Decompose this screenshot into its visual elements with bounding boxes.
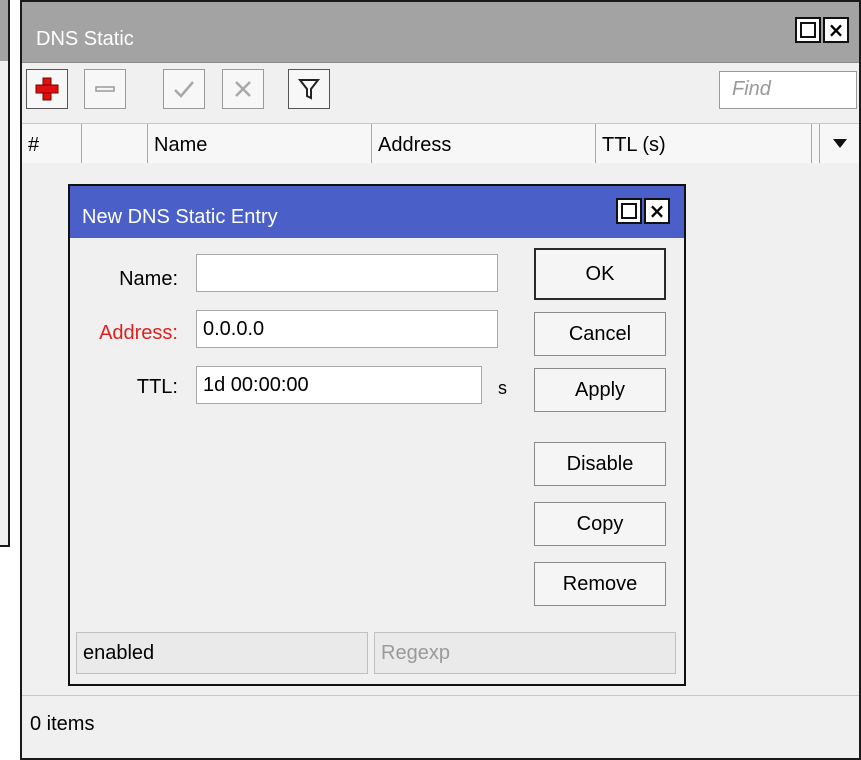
close-icon: × bbox=[648, 199, 666, 223]
cancel-button[interactable]: Cancel bbox=[534, 312, 666, 356]
ok-button[interactable]: OK bbox=[534, 248, 666, 300]
ttl-label: TTL: bbox=[136, 376, 178, 398]
find-input[interactable]: Find bbox=[719, 71, 857, 109]
funnel-icon bbox=[297, 79, 321, 100]
dialog-maximize-button[interactable] bbox=[616, 198, 642, 224]
minus-icon bbox=[95, 86, 115, 92]
name-label: Name: bbox=[119, 268, 178, 290]
table-header: # Name Address TTL (s) bbox=[22, 123, 859, 164]
toolbar: Find bbox=[22, 63, 859, 115]
column-menu-button[interactable] bbox=[819, 124, 859, 163]
close-button[interactable]: × bbox=[823, 17, 849, 43]
disable-entry-button[interactable]: Disable bbox=[534, 442, 666, 486]
background-window-titlebar bbox=[0, 0, 8, 61]
maximize-button[interactable] bbox=[795, 17, 821, 43]
close-icon: × bbox=[827, 18, 845, 42]
window-titlebar[interactable]: DNS Static × bbox=[22, 2, 859, 63]
copy-button[interactable]: Copy bbox=[534, 502, 666, 546]
dialog-close-button[interactable]: × bbox=[644, 198, 670, 224]
ttl-input[interactable]: 1d 00:00:00 bbox=[196, 366, 482, 404]
plus-icon bbox=[35, 77, 59, 101]
status-bar: 0 items bbox=[22, 695, 859, 758]
remove-button[interactable] bbox=[84, 69, 126, 109]
name-input[interactable] bbox=[196, 254, 498, 292]
maximize-icon bbox=[800, 22, 816, 38]
filter-button[interactable] bbox=[288, 69, 330, 109]
background-window-edge bbox=[0, 0, 10, 547]
dialog-titlebar[interactable]: New DNS Static Entry × bbox=[70, 186, 684, 238]
entry-state-status: enabled bbox=[76, 632, 368, 674]
address-label: Address: bbox=[99, 322, 178, 344]
remove-entry-button[interactable]: Remove bbox=[534, 562, 666, 606]
column-header-flags[interactable] bbox=[82, 124, 148, 163]
dialog-title: New DNS Static Entry bbox=[82, 206, 278, 228]
dropdown-arrow-icon bbox=[832, 138, 847, 148]
regexp-status: Regexp bbox=[374, 632, 676, 674]
ttl-unit: s bbox=[498, 378, 507, 398]
column-header-name[interactable]: Name bbox=[148, 124, 372, 163]
maximize-icon bbox=[621, 203, 637, 219]
new-dns-static-entry-dialog: New DNS Static Entry × Name: Address: 0.… bbox=[68, 184, 686, 686]
disable-button[interactable] bbox=[222, 69, 264, 109]
enable-button[interactable] bbox=[163, 69, 205, 109]
column-header-address[interactable]: Address bbox=[372, 124, 596, 163]
column-header-number[interactable]: # bbox=[22, 124, 82, 163]
cross-icon bbox=[235, 81, 251, 97]
column-header-ttl[interactable]: TTL (s) bbox=[596, 124, 812, 163]
address-input[interactable]: 0.0.0.0 bbox=[196, 310, 498, 348]
apply-button[interactable]: Apply bbox=[534, 368, 666, 412]
item-count: 0 items bbox=[30, 713, 95, 735]
window-title: DNS Static bbox=[36, 28, 134, 50]
add-button[interactable] bbox=[26, 69, 68, 109]
check-icon bbox=[174, 81, 194, 98]
